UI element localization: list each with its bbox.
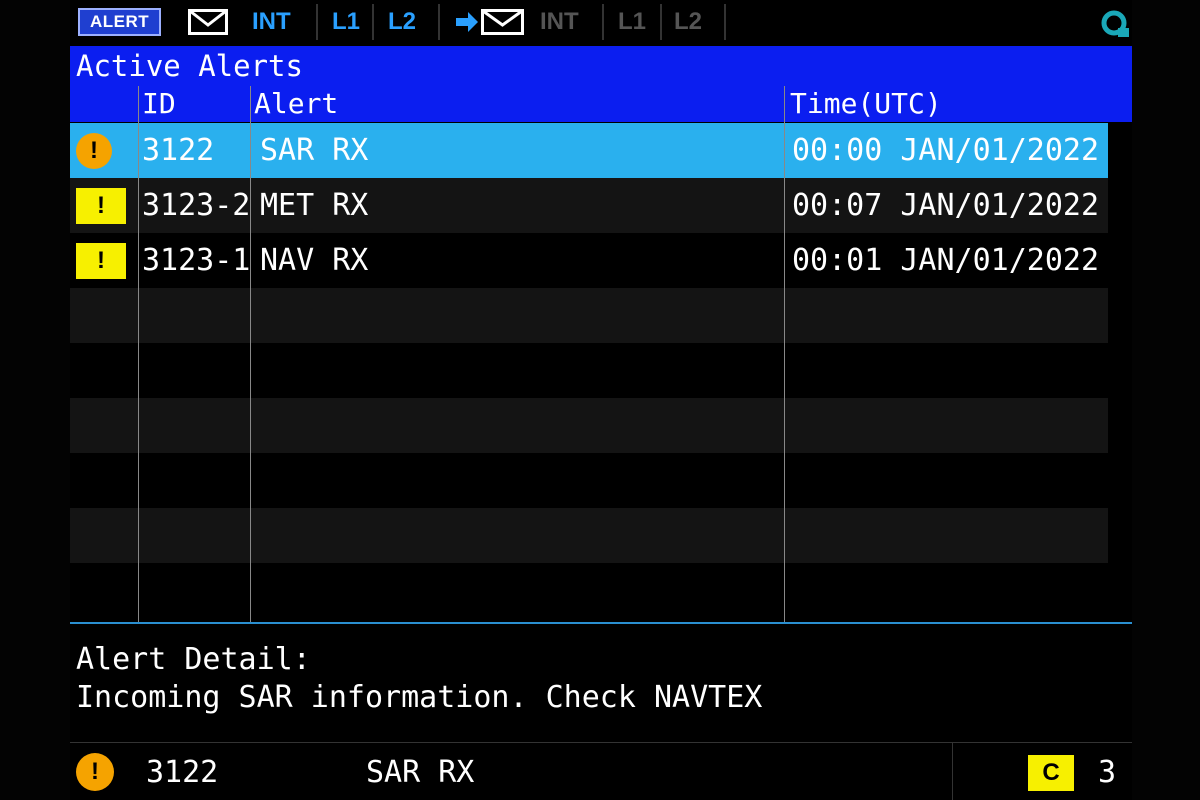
receive-mail-icon[interactable] [188, 4, 228, 40]
status-alert-id: 3122 [146, 755, 219, 790]
row-alert: SAR RX [260, 133, 369, 168]
alert-detail-text: Incoming SAR information. Check NAVTEX [76, 680, 763, 715]
column-divider [784, 86, 785, 622]
status-bar: ! 3122 SAR RX C 3 [70, 742, 1132, 800]
table-row[interactable]: ! 3123-2 MET RX 00:07 JAN/01/2022 [70, 178, 1108, 233]
table-row-empty [70, 508, 1108, 563]
status-alert-name: SAR RX [366, 755, 475, 790]
column-header-alert: Alert [254, 87, 339, 120]
warning-circle-icon: ! [76, 753, 114, 791]
row-id: 3122 [142, 133, 215, 168]
column-header-time: Time(UTC) [790, 87, 942, 120]
caution-count-icon[interactable]: C [1028, 755, 1074, 791]
table-row-empty [70, 288, 1108, 343]
right-bezel [1132, 0, 1200, 800]
send-mail-icon[interactable] [454, 4, 526, 40]
warning-circle-icon: ! [76, 133, 112, 169]
row-alert: MET RX [260, 188, 369, 223]
l2-send-button[interactable]: L2 [674, 4, 702, 40]
table-row-empty [70, 343, 1108, 398]
table-row-empty [70, 563, 1108, 618]
alerts-table: ID Alert Time(UTC) ! 3122 SAR RX 00:00 J… [70, 86, 1132, 622]
l1-receive-button[interactable]: L1 [332, 4, 360, 40]
alert-badge-button[interactable]: ALERT [78, 8, 162, 36]
top-toolbar: ALERT INT L1 L2 INT L1 L2 [70, 0, 1132, 44]
table-row-empty [70, 453, 1108, 508]
toolbar-divider [372, 4, 374, 40]
caution-square-icon: ! [76, 188, 126, 224]
table-header: ID Alert Time(UTC) [70, 86, 1132, 122]
alert-detail-title: Alert Detail: [76, 642, 311, 677]
row-time: 00:01 JAN/01/2022 [792, 243, 1100, 278]
int-receive-button[interactable]: INT [252, 4, 291, 40]
page-title: Active Alerts [70, 46, 1132, 86]
table-row[interactable]: ! 3123-1 NAV RX 00:01 JAN/01/2022 [70, 233, 1108, 288]
column-divider [138, 86, 139, 622]
toolbar-divider [724, 4, 726, 40]
table-row-empty [70, 398, 1108, 453]
sync-icon [1100, 8, 1130, 38]
table-row[interactable]: ! 3122 SAR RX 00:00 JAN/01/2022 [70, 123, 1108, 178]
caution-square-icon: ! [76, 243, 126, 279]
alert-detail-panel: Alert Detail: Incoming SAR information. … [70, 622, 1132, 742]
int-send-button[interactable]: INT [540, 4, 579, 40]
alert-count: 3 [1098, 755, 1117, 790]
row-id: 3123-1 [142, 243, 251, 278]
column-header-id: ID [142, 87, 176, 120]
column-divider [250, 86, 251, 622]
row-time: 00:07 JAN/01/2022 [792, 188, 1100, 223]
toolbar-divider [438, 4, 440, 40]
row-id: 3123-2 [142, 188, 251, 223]
toolbar-divider [316, 4, 318, 40]
l2-receive-button[interactable]: L2 [388, 4, 416, 40]
left-bezel [0, 0, 70, 800]
l1-send-button[interactable]: L1 [618, 4, 646, 40]
row-alert: NAV RX [260, 243, 369, 278]
toolbar-divider [660, 4, 662, 40]
row-time: 00:00 JAN/01/2022 [792, 133, 1100, 168]
toolbar-divider [602, 4, 604, 40]
status-divider [952, 743, 953, 800]
